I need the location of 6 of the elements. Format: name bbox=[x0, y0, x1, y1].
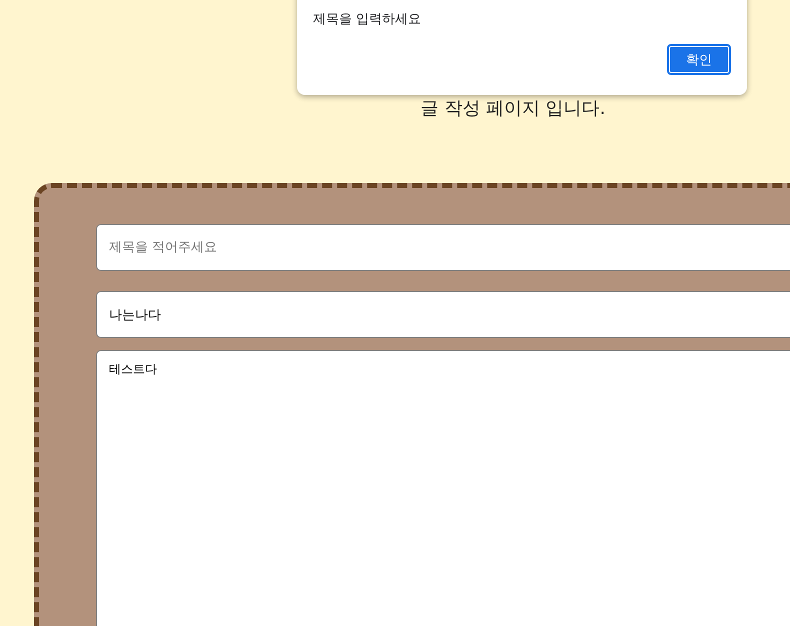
confirm-button[interactable]: 확인 bbox=[667, 44, 731, 75]
title-field[interactable]: 제목을 적어주세요 bbox=[96, 224, 790, 271]
page-heading: 글 작성 페이지 입니다. bbox=[420, 97, 606, 121]
author-field[interactable]: 나는나다 bbox=[96, 291, 790, 338]
content-field[interactable]: 테스트다 bbox=[96, 350, 790, 626]
alert-message: 제목을 입력하세요 bbox=[313, 11, 422, 28]
